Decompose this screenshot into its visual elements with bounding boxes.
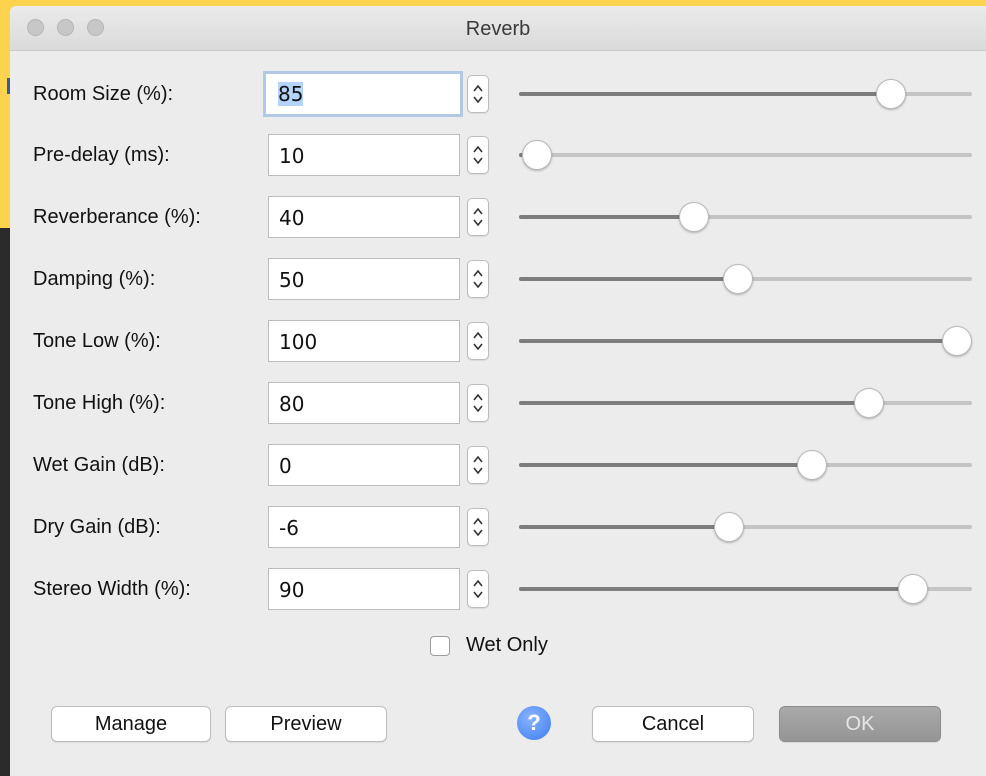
param-value-field[interactable]: 10 [268, 134, 460, 176]
param-stepper[interactable] [467, 75, 489, 113]
slider-fill [519, 277, 738, 281]
slider-knob[interactable] [679, 202, 709, 232]
param-value-field[interactable]: 40 [268, 196, 460, 238]
stepper-arrows-icon [473, 455, 483, 475]
param-value-field[interactable]: -6 [268, 506, 460, 548]
slider-knob[interactable] [876, 79, 906, 109]
param-value-text: 50 [279, 268, 305, 292]
param-slider[interactable] [519, 450, 972, 480]
param-value-field[interactable]: 0 [268, 444, 460, 486]
param-slider[interactable] [519, 140, 972, 170]
title-bar: Reverb [10, 6, 986, 51]
stepper-arrows-icon [473, 579, 483, 599]
param-value-field[interactable]: 80 [268, 382, 460, 424]
param-value-text: 100 [279, 330, 318, 354]
param-label: Reverberance (%): [33, 206, 201, 228]
slider-knob[interactable] [898, 574, 928, 604]
param-value-field[interactable]: 90 [268, 568, 460, 610]
param-value-text: -6 [279, 516, 299, 540]
param-label: Wet Gain (dB): [33, 454, 165, 476]
param-value-field[interactable]: 50 [268, 258, 460, 300]
param-value-text: 85 [278, 82, 304, 106]
param-value-field[interactable]: 100 [268, 320, 460, 362]
ok-button[interactable]: OK [779, 706, 941, 742]
param-label: Tone High (%): [33, 392, 166, 414]
param-slider[interactable] [519, 326, 972, 356]
param-slider[interactable] [519, 264, 972, 294]
param-label: Stereo Width (%): [33, 578, 191, 600]
wet-only-checkbox[interactable] [430, 636, 450, 656]
slider-knob[interactable] [942, 326, 972, 356]
help-button[interactable]: ? [517, 706, 551, 740]
stepper-arrows-icon [473, 145, 483, 165]
param-stepper[interactable] [467, 508, 489, 546]
slider-knob[interactable] [714, 512, 744, 542]
slider-fill [519, 92, 891, 96]
slider-fill [519, 215, 694, 219]
slider-knob[interactable] [797, 450, 827, 480]
param-value-text: 90 [279, 578, 305, 602]
param-value-field[interactable]: 85 [263, 71, 463, 117]
stepper-arrows-icon [473, 84, 483, 104]
param-slider[interactable] [519, 79, 972, 109]
param-stepper[interactable] [467, 384, 489, 422]
param-slider[interactable] [519, 512, 972, 542]
param-value-text: 80 [279, 392, 305, 416]
slider-fill [519, 587, 913, 591]
param-stepper[interactable] [467, 260, 489, 298]
param-slider[interactable] [519, 574, 972, 604]
param-slider[interactable] [519, 388, 972, 418]
param-stepper[interactable] [467, 446, 489, 484]
param-value-text: 0 [279, 454, 292, 478]
param-stepper[interactable] [467, 136, 489, 174]
param-stepper[interactable] [467, 570, 489, 608]
stepper-arrows-icon [473, 269, 483, 289]
manage-button[interactable]: Manage [51, 706, 211, 742]
slider-knob[interactable] [723, 264, 753, 294]
slider-fill [519, 525, 729, 529]
stepper-arrows-icon [473, 393, 483, 413]
param-stepper[interactable] [467, 322, 489, 360]
desktop-edge-dark [0, 228, 10, 776]
slider-fill [519, 339, 957, 343]
param-label: Room Size (%): [33, 83, 174, 105]
stepper-arrows-icon [473, 331, 483, 351]
cancel-button[interactable]: Cancel [592, 706, 754, 742]
slider-knob[interactable] [854, 388, 884, 418]
param-stepper[interactable] [467, 198, 489, 236]
slider-fill [519, 463, 812, 467]
param-value-text: 10 [279, 144, 305, 168]
param-value-text: 40 [279, 206, 305, 230]
param-label: Damping (%): [33, 268, 156, 290]
slider-fill [519, 401, 869, 405]
slider-knob[interactable] [522, 140, 552, 170]
stepper-arrows-icon [473, 517, 483, 537]
window-title: Reverb [465, 18, 531, 40]
param-label: Dry Gain (dB): [33, 516, 161, 538]
reverb-dialog: Reverb Room Size (%): 85 Pre-delay (ms): 10… [10, 6, 986, 776]
wet-only-label: Wet Only [466, 634, 548, 656]
param-label: Tone Low (%): [33, 330, 161, 352]
preview-button[interactable]: Preview [225, 706, 387, 742]
param-label: Pre-delay (ms): [33, 144, 170, 166]
param-slider[interactable] [519, 202, 972, 232]
stepper-arrows-icon [473, 207, 483, 227]
